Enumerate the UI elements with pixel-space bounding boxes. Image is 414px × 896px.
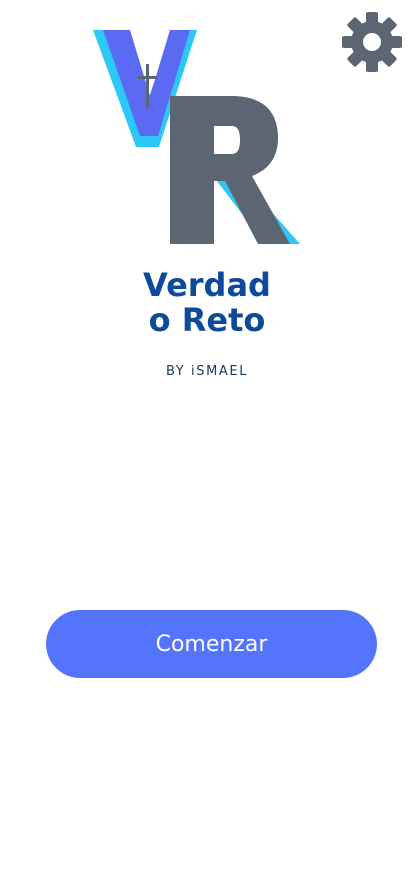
author-subtitle: BY iSMAEL — [165, 364, 249, 379]
gear-icon — [342, 12, 402, 72]
settings-button[interactable] — [339, 9, 405, 75]
app-title-line1: Verdad — [143, 266, 271, 304]
start-button[interactable]: Comenzar — [46, 610, 377, 678]
app-title: Verdad o Reto — [0, 268, 414, 338]
app-title-line2: o Reto — [148, 301, 266, 339]
vr-logo — [90, 26, 306, 250]
vr-logo-icon — [93, 30, 300, 244]
